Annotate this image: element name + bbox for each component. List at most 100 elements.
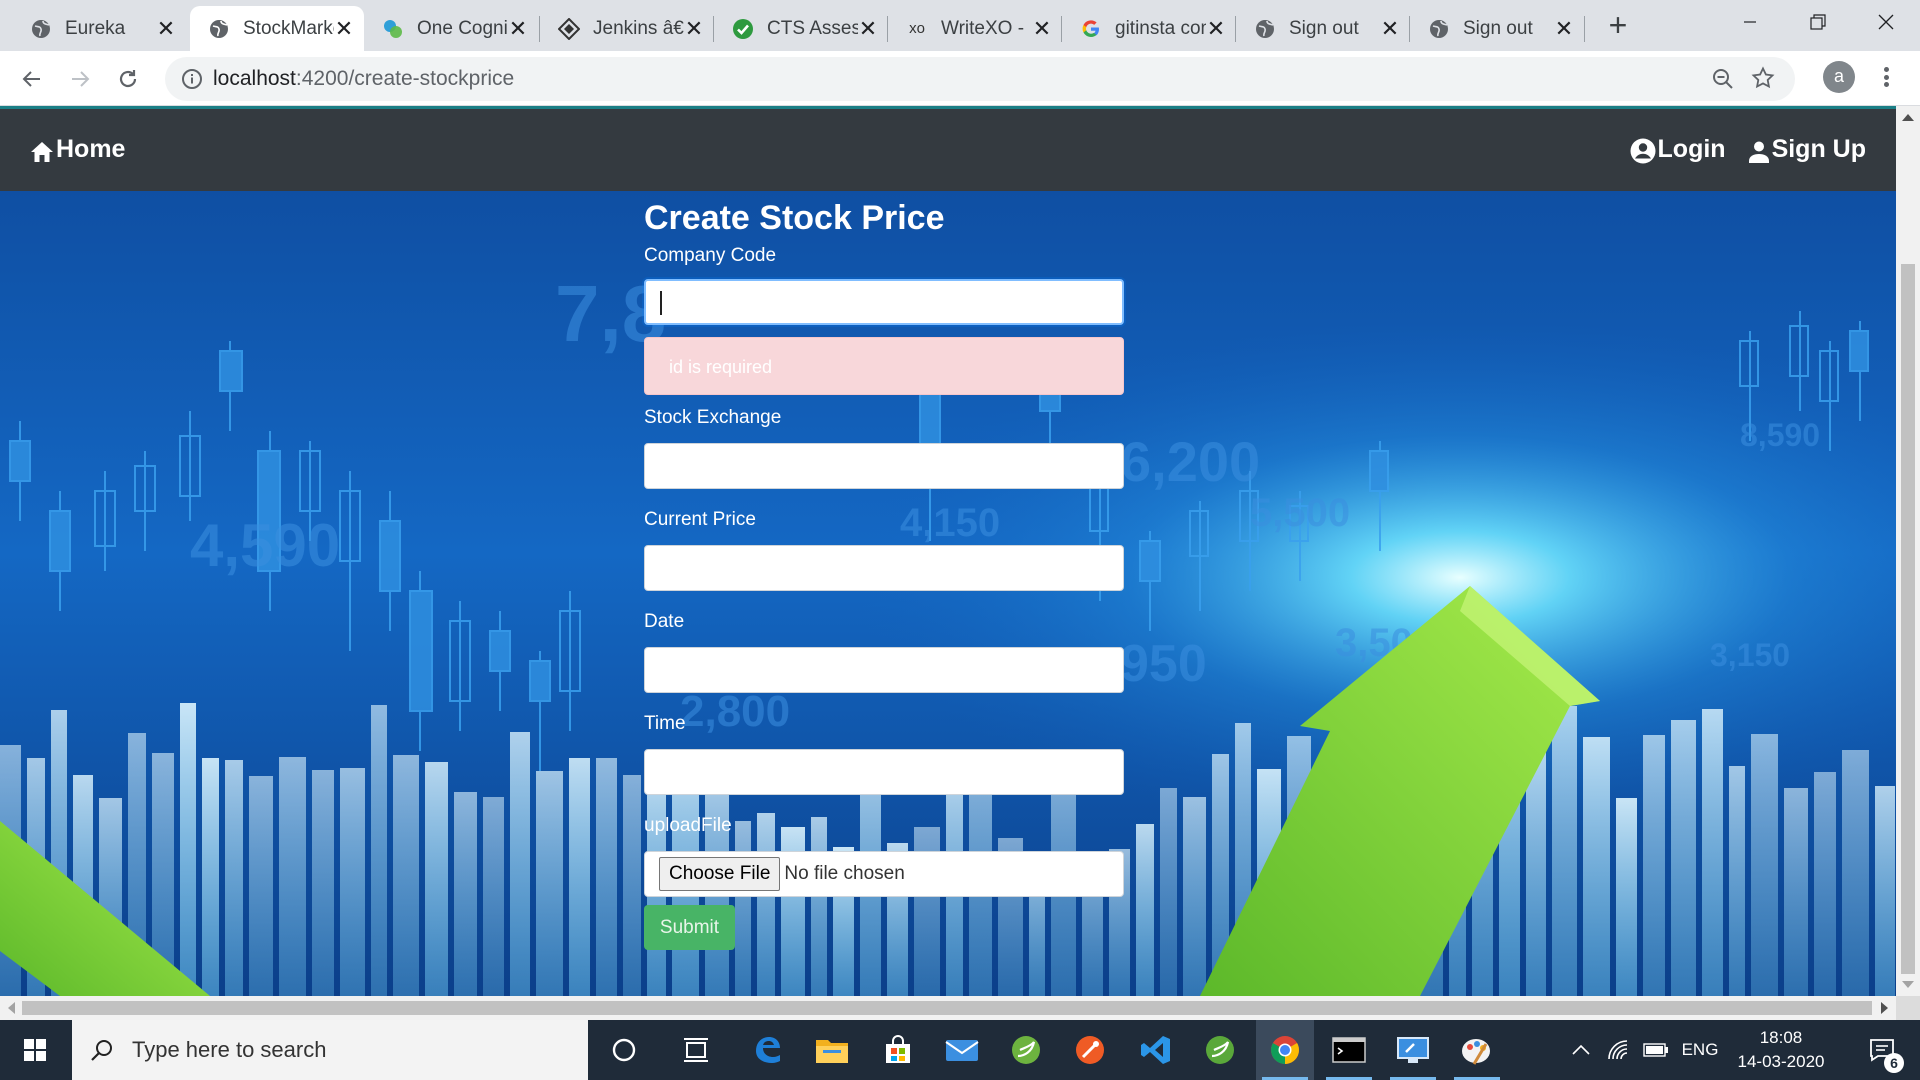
current-price-input[interactable] <box>644 545 1124 591</box>
scroll-down-icon[interactable] <box>1902 981 1914 988</box>
vertical-scroll-thumb[interactable] <box>1901 264 1915 974</box>
background-bar <box>757 813 775 996</box>
nav-login-link[interactable]: Login <box>1630 135 1726 164</box>
submit-button[interactable]: Submit <box>644 905 735 950</box>
back-icon[interactable] <box>12 59 52 99</box>
person-icon <box>1748 141 1769 163</box>
restore-icon[interactable] <box>1784 0 1852 44</box>
windows-taskbar: Type here to search ENG 18:08 14-03-2020… <box>0 1020 1920 1080</box>
scroll-left-icon[interactable] <box>8 1002 15 1014</box>
browser-tab[interactable]: One Cognizant ✕ <box>364 6 538 51</box>
horizontal-scroll-thumb[interactable] <box>22 1001 1872 1015</box>
spring-tool-icon[interactable] <box>998 1020 1054 1080</box>
browser-tab[interactable]: CTS Assessment ✕ <box>714 6 888 51</box>
company-code-input[interactable] <box>644 279 1124 325</box>
clock-date: 14-03-2020 <box>1737 1052 1825 1071</box>
close-tab-icon[interactable]: ✕ <box>1032 16 1052 42</box>
close-tab-icon[interactable]: ✕ <box>508 16 528 42</box>
browser-tab[interactable]: Eureka ✕ <box>12 6 186 51</box>
paint-icon[interactable] <box>1448 1020 1506 1080</box>
taskbar-search-box[interactable]: Type here to search <box>72 1020 588 1080</box>
action-center-icon[interactable]: 6 <box>1854 1020 1910 1080</box>
bookmark-star-icon[interactable] <box>1751 66 1775 95</box>
close-tab-icon[interactable]: ✕ <box>684 16 704 42</box>
background-bar <box>425 762 448 996</box>
close-tab-icon[interactable]: ✕ <box>1380 16 1400 42</box>
background-bar <box>1671 720 1696 996</box>
nav-home-link[interactable]: Home <box>30 135 125 164</box>
bg-number: 6,200 <box>1120 430 1260 493</box>
terminal-icon[interactable] <box>1320 1020 1378 1080</box>
choose-file-button[interactable]: Choose File <box>659 857 781 891</box>
vertical-scrollbar[interactable] <box>1896 106 1920 996</box>
google-icon <box>1080 18 1102 40</box>
globe-icon <box>1428 18 1450 40</box>
language-indicator[interactable]: ENG <box>1678 1020 1722 1080</box>
battery-icon[interactable] <box>1638 1020 1674 1080</box>
scroll-right-icon[interactable] <box>1881 1002 1888 1014</box>
new-tab-button[interactable]: + <box>1600 8 1636 44</box>
address-bar[interactable]: localhost:4200/create-stockprice <box>165 57 1795 101</box>
background-bar <box>1702 709 1723 996</box>
remote-desktop-icon[interactable] <box>1384 1020 1442 1080</box>
background-bar <box>510 732 530 996</box>
close-tab-icon[interactable]: ✕ <box>156 16 176 42</box>
horizontal-scrollbar[interactable] <box>0 996 1896 1020</box>
clock-time: 18:08 <box>1759 1028 1803 1047</box>
microsoft-store-icon[interactable] <box>870 1020 926 1080</box>
nav-home-label: Home <box>56 135 126 163</box>
info-icon[interactable] <box>181 68 203 95</box>
forward-icon[interactable] <box>60 59 100 99</box>
no-file-chosen-text: No file chosen <box>784 863 905 884</box>
globe-icon <box>1254 18 1276 40</box>
time-input[interactable] <box>644 749 1124 795</box>
close-window-icon[interactable] <box>1852 0 1920 44</box>
scroll-up-icon[interactable] <box>1902 114 1914 121</box>
windows-start-icon[interactable] <box>0 1020 70 1080</box>
nav-signup-label: Sign Up <box>1771 135 1866 163</box>
cortana-icon[interactable] <box>596 1020 652 1080</box>
background-bar <box>371 705 387 996</box>
browser-tab[interactable]: xo WriteXO - ✕ <box>888 6 1062 51</box>
bg-number: 8,590 <box>1740 417 1820 453</box>
tab-title: Sign out <box>1463 17 1533 39</box>
stock-exchange-input[interactable] <box>644 443 1124 489</box>
close-tab-icon[interactable]: ✕ <box>1206 16 1226 42</box>
taskbar-clock[interactable]: 18:08 14-03-2020 <box>1726 1026 1836 1074</box>
minimize-icon[interactable] <box>1716 0 1784 44</box>
close-tab-icon[interactable]: ✕ <box>334 16 354 42</box>
vscode-icon[interactable] <box>1128 1020 1184 1080</box>
tab-title: gitinsta com <box>1115 17 1206 39</box>
close-tab-icon[interactable]: ✕ <box>858 16 878 42</box>
browser-tab-strip: Eureka ✕ StockMarket ✕ One Cognizant ✕ J… <box>0 0 1920 51</box>
mail-icon[interactable] <box>934 1020 990 1080</box>
xo-icon: xo <box>909 20 925 37</box>
task-view-icon[interactable] <box>668 1020 724 1080</box>
browser-tab-active[interactable]: StockMarket ✕ <box>190 6 364 51</box>
account-circle-icon <box>1630 138 1656 164</box>
edge-icon[interactable] <box>740 1020 796 1080</box>
spring-boot-icon[interactable] <box>1192 1020 1248 1080</box>
zoom-icon[interactable] <box>1711 67 1735 96</box>
background-bar <box>596 758 617 996</box>
reload-icon[interactable] <box>108 59 148 99</box>
chrome-icon[interactable] <box>1256 1020 1314 1080</box>
background-bar <box>1875 786 1895 996</box>
bg-number: 2,800 <box>680 687 790 736</box>
bg-number: 3,150 <box>1710 637 1790 673</box>
file-upload-input[interactable]: Choose File No file chosen <box>644 851 1124 897</box>
browser-menu-icon[interactable] <box>1876 64 1896 90</box>
wifi-icon[interactable] <box>1604 1020 1634 1080</box>
background-bar <box>483 797 504 996</box>
profile-avatar[interactable]: a <box>1823 61 1855 93</box>
date-input[interactable] <box>644 647 1124 693</box>
file-explorer-icon[interactable] <box>804 1020 860 1080</box>
close-tab-icon[interactable]: ✕ <box>1554 16 1574 42</box>
browser-tab[interactable]: gitinsta com ✕ <box>1062 6 1236 51</box>
browser-tab[interactable]: Sign out ✕ <box>1410 6 1584 51</box>
nav-signup-link[interactable]: Sign Up <box>1748 135 1866 164</box>
browser-tab[interactable]: Sign out ✕ <box>1236 6 1410 51</box>
postman-icon[interactable] <box>1062 1020 1118 1080</box>
browser-tab[interactable]: Jenkins â€ ✕ <box>540 6 714 51</box>
show-hidden-icons-icon[interactable] <box>1566 1020 1596 1080</box>
